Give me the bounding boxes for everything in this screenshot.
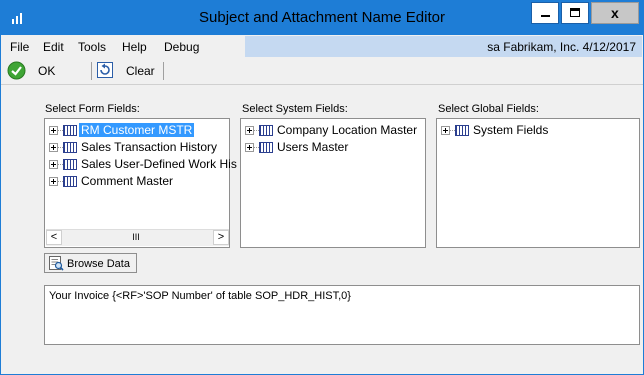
tree-item-label: RM Customer MSTR [79,123,195,137]
browse-data-button[interactable]: Browse Data [44,253,137,273]
browse-icon [49,256,64,271]
form-fields-tree[interactable]: RM Customer MSTR Sales Transaction Histo… [44,118,237,248]
maximize-icon [570,8,580,17]
global-fields-label: Select Global Fields: [438,103,539,115]
status-strip: sa Fabrikam, Inc. 4/12/2017 [245,36,642,57]
expand-icon[interactable] [245,126,254,135]
scroll-right-icon[interactable]: > [213,230,229,245]
table-icon [63,142,77,153]
clear-button[interactable]: Clear [126,64,155,78]
table-icon [63,176,77,187]
table-icon [63,125,77,136]
toolbar-separator [91,62,92,80]
close-icon: x [611,5,619,21]
minimize-button[interactable] [531,2,559,24]
menu-file[interactable]: File [10,40,29,54]
menu-help[interactable]: Help [122,40,147,54]
maximize-button[interactable] [561,2,589,24]
ok-button[interactable]: OK [38,64,55,78]
system-fields-tree[interactable]: Company Location Master Users Master [240,118,426,248]
user-company-date: sa Fabrikam, Inc. 4/12/2017 [487,40,636,54]
system-fields-label: Select System Fields: [242,103,348,115]
menu-debug[interactable]: Debug [164,40,199,54]
menu-edit[interactable]: Edit [43,40,64,54]
menu-tools[interactable]: Tools [78,40,106,54]
table-icon [63,159,77,170]
scroll-thumb[interactable]: III [116,232,156,243]
form-fields-label: Select Form Fields: [45,103,140,115]
expand-icon[interactable] [245,143,254,152]
table-icon [455,125,469,136]
expand-icon[interactable] [49,126,58,135]
expand-icon[interactable] [49,177,58,186]
expand-icon[interactable] [49,143,58,152]
tree-item-label: Comment Master [81,174,174,188]
menu-bar: File Edit Tools Help Debug sa Fabrikam, … [1,35,643,57]
expression-textarea[interactable]: Your Invoice {<RF>'SOP Number' of table … [44,285,640,345]
table-icon [259,142,273,153]
scroll-left-icon[interactable]: < [46,230,62,245]
tree-item-label: Company Location Master [277,123,418,137]
clear-icon[interactable] [97,62,113,78]
expand-icon[interactable] [49,160,58,169]
tree-item-label: Sales Transaction History [81,140,218,154]
tree-item-label: System Fields [473,123,549,137]
global-fields-tree[interactable]: System Fields [436,118,640,248]
tree-item-label: Users Master [277,140,349,154]
close-button[interactable]: x [591,2,639,24]
title-bar: Subject and Attachment Name Editor x [1,1,643,35]
toolbar: OK Clear [1,58,643,85]
table-icon [259,125,273,136]
tree-item-label: Sales User-Defined Work His [81,157,237,171]
minimize-icon [541,15,550,17]
horizontal-scrollbar[interactable]: < III > [46,229,229,246]
browse-data-label: Browse Data [67,258,130,270]
toolbar-separator [163,62,164,80]
ok-check-icon[interactable] [7,61,26,80]
editor-window: Subject and Attachment Name Editor x Fil… [0,0,644,375]
expand-icon[interactable] [441,126,450,135]
